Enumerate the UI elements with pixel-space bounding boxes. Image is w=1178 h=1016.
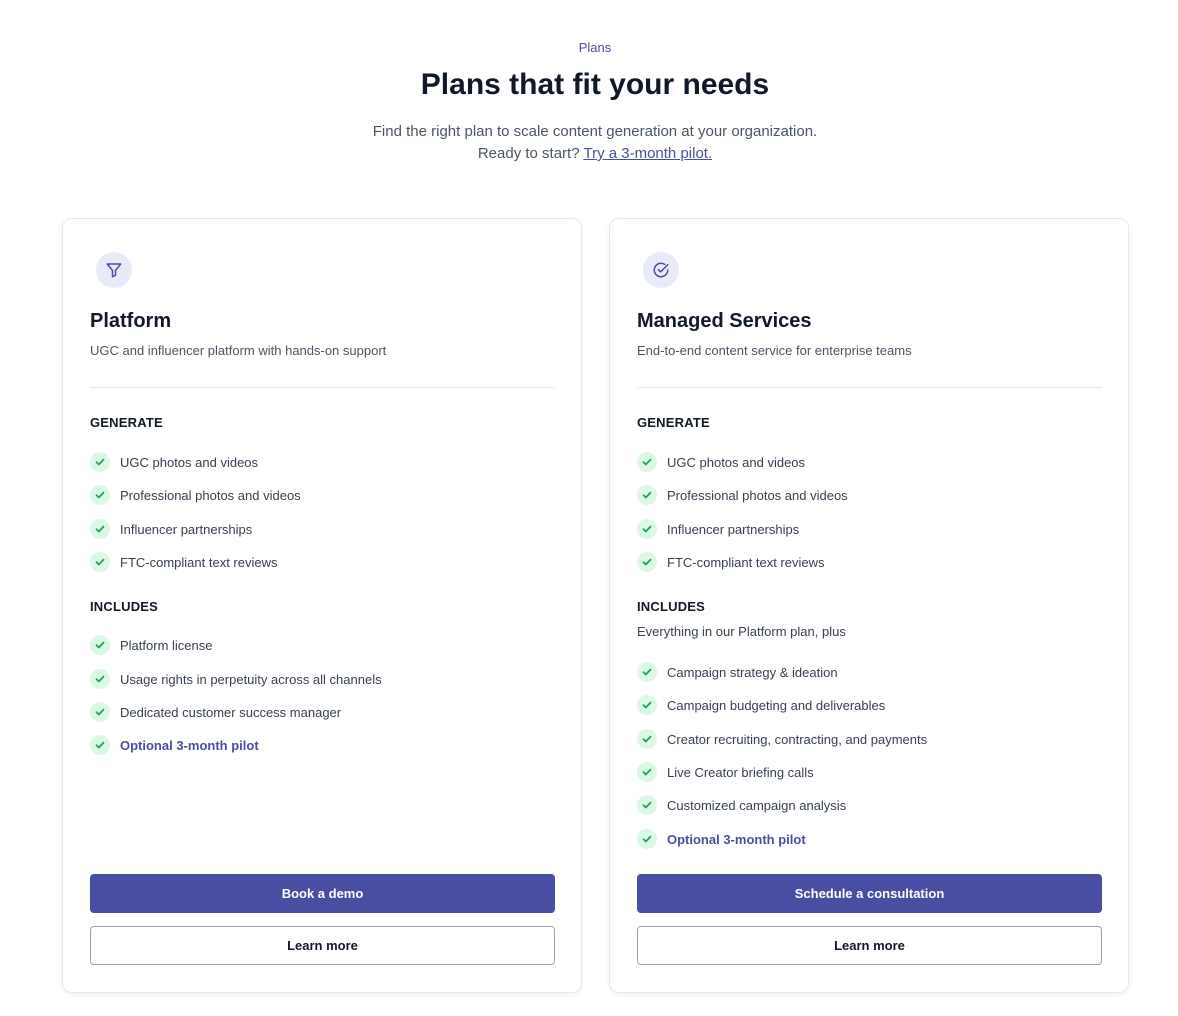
pilot-feature-link[interactable]: Optional 3-month pilot xyxy=(667,832,806,847)
plan-card-platform: Platform UGC and influencer platform wit… xyxy=(62,218,582,993)
filter-funnel-icon xyxy=(106,263,122,278)
section-title-includes: INCLUDES xyxy=(90,599,159,614)
plan-description: UGC and influencer platform with hands-o… xyxy=(90,343,387,358)
subtitle-prefix: Ready to start? xyxy=(477,145,580,162)
book-demo-button[interactable]: Book a demo xyxy=(90,874,555,913)
learn-more-button[interactable]: Learn more xyxy=(637,926,1102,965)
feature-item: Creator recruiting, contracting, and pay… xyxy=(637,729,927,749)
feature-label: Usage rights in perpetuity across all ch… xyxy=(120,671,382,687)
feature-label: Platform license xyxy=(120,637,213,653)
feature-label: FTC-compliant text reviews xyxy=(667,554,825,570)
feature-item: Influencer partnerships xyxy=(90,519,252,539)
pilot-link[interactable]: Try a 3-month pilot. xyxy=(583,145,712,162)
feature-label: Influencer partnerships xyxy=(667,521,800,537)
circle-check-icon xyxy=(653,262,669,278)
section-title-generate: GENERATE xyxy=(90,415,163,430)
pilot-feature-link[interactable]: Optional 3-month pilot xyxy=(120,738,259,753)
check-icon xyxy=(637,729,657,749)
feature-label: UGC photos and videos xyxy=(120,454,259,470)
check-icon xyxy=(637,829,657,849)
plan-icon-badge xyxy=(96,252,132,288)
section-title-includes: INCLUDES xyxy=(637,599,706,614)
check-icon xyxy=(90,735,110,755)
learn-more-button[interactable]: Learn more xyxy=(90,926,555,965)
feature-item: Live Creator briefing calls xyxy=(637,762,814,782)
feature-label: Professional photos and videos xyxy=(120,487,301,503)
check-icon xyxy=(90,635,110,655)
feature-label: Campaign strategy & ideation xyxy=(667,664,838,680)
plan-icon-badge xyxy=(643,252,679,288)
check-icon xyxy=(637,795,657,815)
feature-label: Dedicated customer success manager xyxy=(120,704,342,720)
check-icon xyxy=(90,485,110,505)
schedule-consultation-button[interactable]: Schedule a consultation xyxy=(637,874,1102,913)
feature-label: UGC photos and videos xyxy=(667,454,806,470)
plan-card-managed-services: Managed Services End-to-end content serv… xyxy=(609,218,1129,993)
check-icon xyxy=(90,702,110,722)
feature-label: Professional photos and videos xyxy=(667,487,848,503)
feature-item: Usage rights in perpetuity across all ch… xyxy=(90,669,382,689)
feature-item: FTC-compliant text reviews xyxy=(90,552,277,572)
feature-label: Live Creator briefing calls xyxy=(667,764,814,780)
subtitle: Find the right plan to scale content gen… xyxy=(372,123,818,140)
section-title-generate: GENERATE xyxy=(637,415,710,430)
feature-label: Influencer partnerships xyxy=(120,521,253,537)
feature-item-pilot: Optional 3-month pilot xyxy=(90,735,259,755)
check-icon xyxy=(637,762,657,782)
eyebrow-label: Plans xyxy=(578,40,612,55)
check-icon xyxy=(637,485,657,505)
page-title: Plans that fit your needs xyxy=(420,68,770,101)
divider xyxy=(637,387,1102,388)
check-icon xyxy=(90,669,110,689)
check-icon xyxy=(637,519,657,539)
feature-label: FTC-compliant text reviews xyxy=(120,554,278,570)
subtitle-cta: Ready to start? Try a 3-month pilot. xyxy=(0,145,1178,162)
feature-item: FTC-compliant text reviews xyxy=(637,552,824,572)
check-icon xyxy=(90,519,110,539)
check-icon xyxy=(90,552,110,572)
plan-name: Managed Services xyxy=(637,310,812,332)
plan-name: Platform xyxy=(90,310,172,332)
feature-label: Creator recruiting, contracting, and pay… xyxy=(667,731,928,747)
plan-description: End-to-end content service for enterpris… xyxy=(637,343,912,358)
feature-item: Customized campaign analysis xyxy=(637,795,846,815)
check-icon xyxy=(637,662,657,682)
includes-note: Everything in our Platform plan, plus xyxy=(637,624,846,639)
feature-label: Campaign budgeting and deliverables xyxy=(667,697,886,713)
check-icon xyxy=(90,452,110,472)
feature-item: Platform license xyxy=(90,635,212,655)
feature-item: Campaign strategy & ideation xyxy=(637,662,838,682)
feature-item: UGC photos and videos xyxy=(637,452,805,472)
feature-item: Dedicated customer success manager xyxy=(90,702,341,722)
check-icon xyxy=(637,695,657,715)
feature-label: Customized campaign analysis xyxy=(667,797,847,813)
feature-item: Professional photos and videos xyxy=(90,485,301,505)
feature-item: Influencer partnerships xyxy=(637,519,799,539)
check-icon xyxy=(637,552,657,572)
feature-item-pilot: Optional 3-month pilot xyxy=(637,829,806,849)
check-icon xyxy=(637,452,657,472)
feature-item: Professional photos and videos xyxy=(637,485,848,505)
divider xyxy=(90,387,555,388)
feature-item: UGC photos and videos xyxy=(90,452,258,472)
feature-item: Campaign budgeting and deliverables xyxy=(637,695,885,715)
